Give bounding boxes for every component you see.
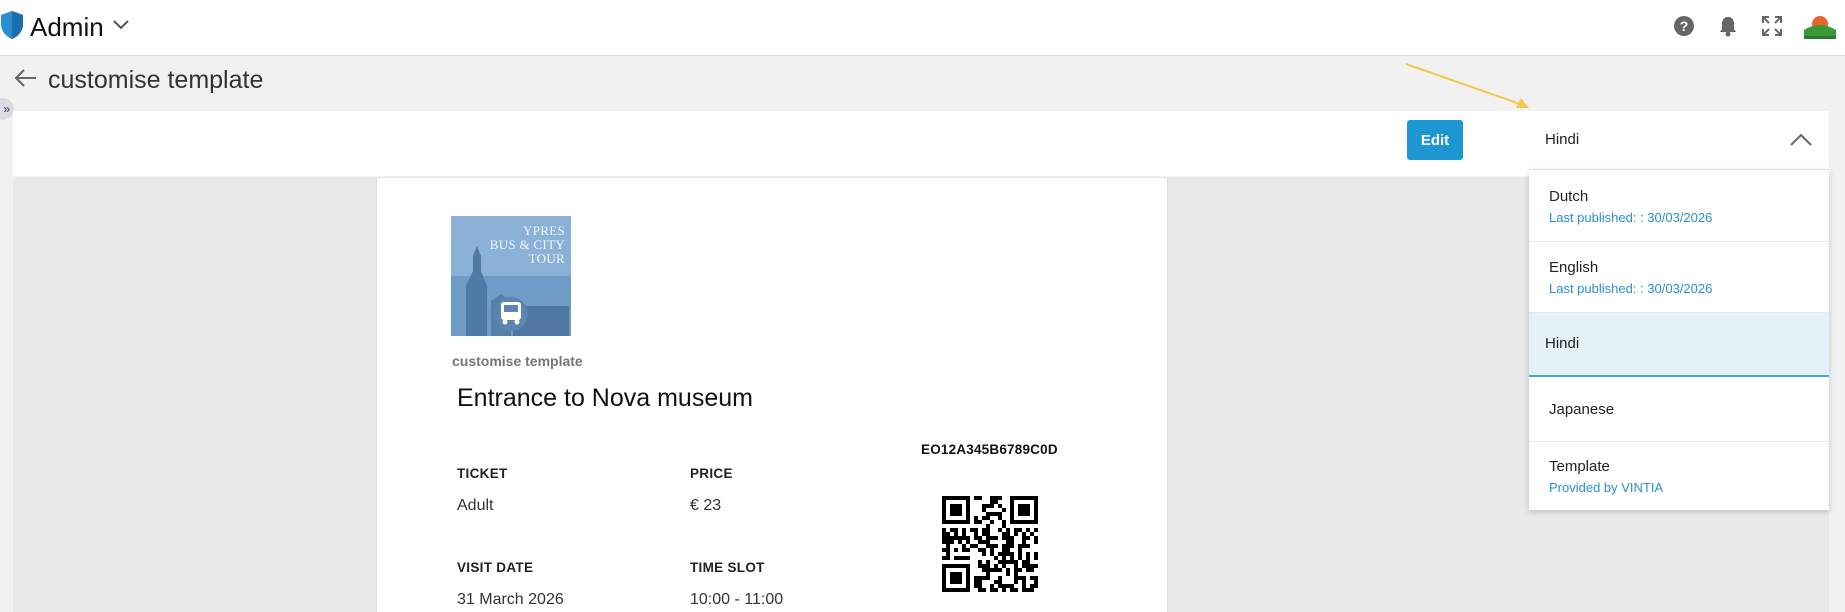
price-value: € 23 bbox=[690, 497, 722, 514]
option-name: English bbox=[1549, 259, 1599, 276]
double-chevron-right-icon: » bbox=[3, 102, 10, 116]
option-name: Template bbox=[1549, 458, 1610, 475]
language-option-english[interactable]: English Last published: : 30/03/2026 bbox=[1529, 242, 1829, 313]
time-slot-label: TIME SLOT bbox=[690, 560, 765, 575]
top-bar bbox=[0, 0, 1845, 56]
option-name: Japanese bbox=[1549, 401, 1615, 418]
language-select-value: Hindi bbox=[1545, 131, 1580, 148]
edit-button[interactable]: Edit bbox=[1407, 120, 1463, 160]
visit-date-label: VISIT DATE bbox=[457, 560, 534, 575]
logo-text: YPRES BUS & CITY TOUR bbox=[489, 223, 565, 266]
qr-code bbox=[938, 492, 1042, 596]
ticket-code: EO12A345B6789C0D bbox=[921, 442, 1058, 457]
app-name: Admin bbox=[30, 11, 104, 42]
option-name: Dutch bbox=[1549, 188, 1589, 205]
language-option-template[interactable]: Template Provided by VINTIA bbox=[1529, 442, 1829, 510]
sidebar-toggle[interactable]: » bbox=[0, 98, 14, 120]
ticket-value: Adult bbox=[457, 497, 494, 514]
shield-icon bbox=[0, 10, 24, 45]
language-option-dutch[interactable]: Dutch Last published: : 30/03/2026 bbox=[1529, 170, 1829, 242]
chevron-up-icon[interactable] bbox=[1789, 131, 1813, 152]
avatar[interactable] bbox=[1803, 12, 1837, 40]
page-title: customise template bbox=[48, 66, 264, 94]
ticket-label: TICKET bbox=[457, 466, 508, 481]
header-actions: ? bbox=[1671, 12, 1837, 40]
option-meta: Last published: : 30/03/2026 bbox=[1549, 281, 1713, 296]
visit-date-value: 31 March 2026 bbox=[457, 591, 564, 608]
ticket-title: Entrance to Nova museum bbox=[457, 384, 753, 412]
language-options: Dutch Last published: : 30/03/2026 Engli… bbox=[1529, 170, 1829, 510]
back-arrow-icon[interactable] bbox=[14, 68, 38, 93]
price-label: PRICE bbox=[690, 466, 733, 481]
language-option-japanese[interactable]: Japanese bbox=[1529, 377, 1829, 442]
option-meta: Provided by VINTIA bbox=[1549, 480, 1664, 495]
logo: YPRES BUS & CITY TOUR bbox=[451, 216, 571, 336]
help-icon[interactable]: ? bbox=[1671, 13, 1697, 39]
annotation-arrow bbox=[1405, 63, 1529, 108]
page-header: customise template bbox=[14, 66, 263, 95]
svg-text:?: ? bbox=[1680, 18, 1689, 34]
language-select[interactable]: Hindi bbox=[1529, 111, 1829, 170]
language-option-hindi[interactable]: Hindi bbox=[1529, 313, 1829, 377]
bell-icon[interactable] bbox=[1715, 13, 1741, 39]
time-slot-value: 10:00 - 11:00 bbox=[690, 591, 784, 608]
option-name: Hindi bbox=[1545, 335, 1580, 352]
option-meta: Last published: : 30/03/2026 bbox=[1549, 210, 1713, 225]
ticket-subtitle: customise template bbox=[452, 353, 583, 369]
chevron-down-icon bbox=[112, 18, 130, 36]
fullscreen-icon[interactable] bbox=[1759, 13, 1785, 39]
app-switcher[interactable]: Admin bbox=[0, 10, 130, 44]
